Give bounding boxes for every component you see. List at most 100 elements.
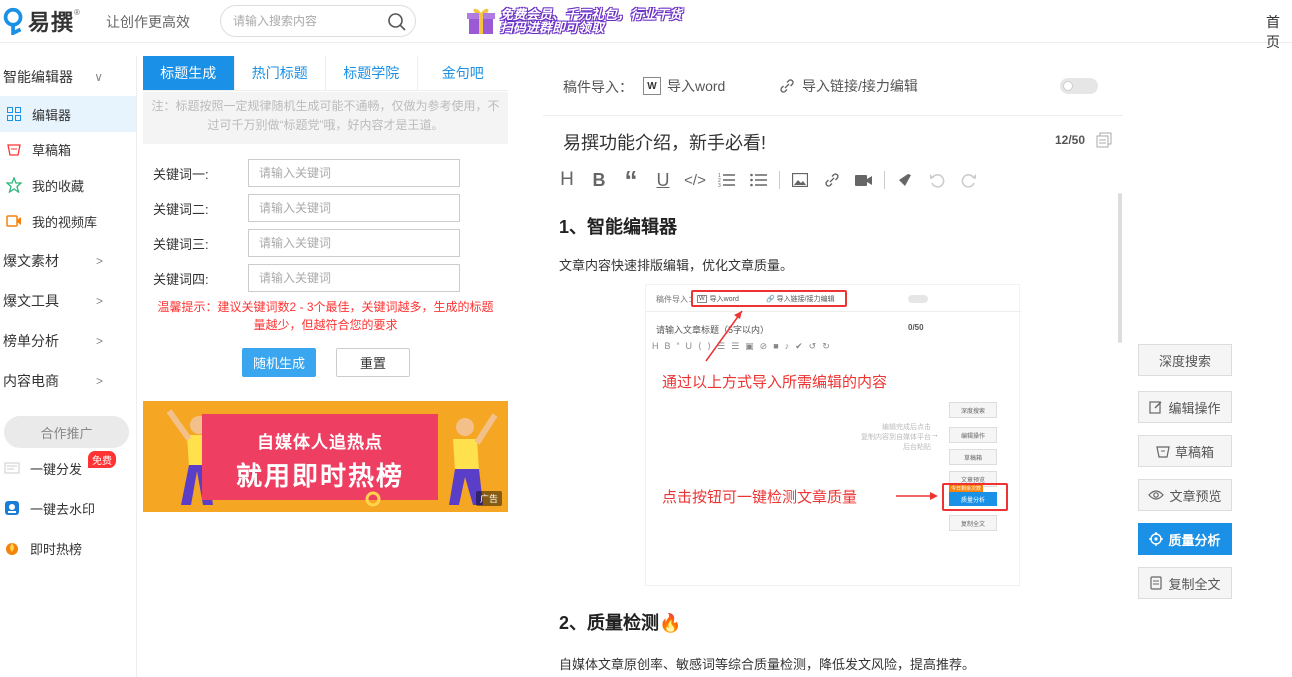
chevron-right-icon: > (95, 334, 103, 348)
keyword-tip: 温馨提示：建议关键词数2 - 3个最佳，关键词越多，生成的标题量越少，但越符合您… (157, 300, 494, 332)
eye-icon (1148, 489, 1165, 501)
shot-annotation-2: 点击按钮可一键检测文章质量 (662, 489, 858, 506)
logo[interactable]: 易撰 ® (2, 6, 80, 36)
import-word-button[interactable]: W 导入word (643, 76, 725, 96)
promo-line-2: 扫码进群即可领取 (500, 20, 605, 35)
sidebar-group-editor[interactable]: 智能编辑器 ∨ (3, 59, 133, 95)
sidebar-item-label: 编辑器 (32, 107, 72, 123)
watermark-icon (4, 500, 20, 516)
content-paragraph-2: 自媒体文章原创率、敏感词等综合质量检测，降低发文风险，提高推荐。 (559, 657, 976, 672)
image-icon[interactable] (784, 166, 816, 194)
shot-today-badge: 今日剩余次数 (949, 485, 984, 492)
tab-hot-titles[interactable]: 热门标题 (235, 56, 326, 90)
cooperation-promo-button[interactable]: 合作推广 (4, 416, 129, 448)
shot-arrow-up (705, 310, 743, 362)
chevron-right-icon: > (95, 254, 103, 268)
hot-list-ad-banner[interactable]: 自媒体人追热点 就用即时热榜 广告 (143, 401, 508, 512)
sidebar-item-favorites[interactable]: 我的收藏 (0, 167, 136, 203)
quote-button[interactable]: “ (615, 165, 647, 195)
copy-title-icon[interactable] (1096, 132, 1112, 148)
video-icon[interactable] (848, 166, 880, 194)
ad-tag: 广告 (475, 491, 502, 506)
heading-button[interactable]: H (551, 166, 583, 194)
code-button[interactable]: </> (679, 166, 711, 194)
sidebar-group-rankings[interactable]: 榜单分析 > (3, 323, 133, 359)
title-generator-panel: 标题生成 热门标题 标题学院 金句吧 注：标题按照一定规律随机生成可能不通畅，仅… (143, 56, 508, 677)
edit-icon (1149, 400, 1163, 414)
sidebar-item-video-library[interactable]: 我的视频库 (0, 203, 136, 239)
tab-title-academy[interactable]: 标题学院 (326, 56, 418, 90)
undo-icon[interactable] (921, 166, 953, 194)
sidebar-tool-watermark[interactable]: 一键去水印 (0, 490, 134, 526)
home-link[interactable]: 首页 (1266, 12, 1292, 52)
search-icon[interactable] (387, 12, 407, 32)
toolbar-divider (779, 171, 780, 189)
search-input[interactable] (233, 14, 383, 28)
sidebar-tool-hot-list[interactable]: 即时热榜 (0, 530, 134, 566)
word-icon: W (643, 77, 661, 95)
promo-banner[interactable]: 免费会员、千元礼包，行业干货 扫码进群即可领取 (466, 4, 682, 38)
sidebar-group-materials[interactable]: 爆文素材 > (3, 243, 133, 279)
shot-side-button: 质量分析 (949, 492, 997, 506)
document-title[interactable]: 易撰功能介绍，新手必看! (563, 129, 766, 155)
embedded-screenshot: 稿件导入： W 导入word 🔗 导入链接/接力编辑 请输入文章标题（5字以内） … (645, 284, 1021, 586)
import-toggle[interactable] (1060, 78, 1098, 94)
keyword-input-4[interactable] (248, 264, 460, 292)
shot-count: 0/50 (908, 323, 924, 332)
edit-operations-button[interactable]: 编辑操作 (1138, 391, 1232, 423)
ordered-list-icon[interactable]: 123 (711, 166, 743, 194)
brush-icon[interactable] (889, 166, 921, 194)
tab-golden-sentences[interactable]: 金句吧 (418, 56, 509, 90)
article-preview-button[interactable]: 文章预览 (1138, 479, 1232, 511)
link-icon[interactable] (816, 166, 848, 194)
sidebar-tool-label: 一键分发 (30, 461, 83, 477)
shot-side-button: 深度搜索 (949, 402, 997, 418)
editor: 稿件导入： W 导入word 导入链接/接力编辑 易撰功能介绍，新手必看! 12… (543, 56, 1123, 677)
free-badge: 免费 (88, 451, 116, 468)
grid-icon (6, 106, 22, 122)
sidebar-item-editor[interactable]: 编辑器 (0, 96, 136, 132)
deep-search-button[interactable]: 深度搜索 (1138, 344, 1232, 376)
editor-scrollbar[interactable] (1118, 193, 1122, 343)
keyword-row-4: 关键词四: (153, 264, 460, 292)
import-word-label: 导入word (667, 78, 726, 94)
panel-note: 注：标题按照一定规律随机生成可能不通畅，仅做为参考使用，不过可千万别做“标题党”… (143, 92, 508, 144)
shot-import-link: 🔗 导入链接/接力编辑 (766, 296, 835, 303)
copy-all-button[interactable]: 复制全文 (1138, 567, 1232, 599)
right-tool-label: 质量分析 (1168, 532, 1221, 548)
sidebar-item-drafts[interactable]: 草稿箱 (0, 131, 136, 167)
reset-button[interactable]: 重置 (336, 348, 410, 377)
distribute-icon (4, 460, 20, 476)
search-box[interactable] (220, 5, 416, 37)
import-link-button[interactable]: 导入链接/接力编辑 (778, 76, 918, 96)
right-tool-label: 复制全文 (1168, 576, 1221, 592)
underline-button[interactable]: U (647, 166, 679, 194)
sidebar-group-ecommerce[interactable]: 内容电商 > (3, 363, 133, 399)
quality-analysis-button[interactable]: 质量分析 (1138, 523, 1232, 555)
sidebar-item-label: 我的收藏 (32, 178, 85, 194)
sidebar-group-label: 智能编辑器 (3, 69, 73, 85)
redo-icon[interactable] (953, 166, 985, 194)
star-icon (6, 177, 22, 193)
chevron-right-icon: > (95, 294, 103, 308)
shot-hint-line: 复制内容到自媒体平台 (861, 434, 931, 441)
sidebar-item-label: 我的视频库 (32, 214, 98, 230)
right-tool-label: 草稿箱 (1174, 444, 1214, 460)
keyword-row-3: 关键词三: (153, 229, 460, 257)
keyword-input-2[interactable] (248, 194, 460, 222)
bold-button[interactable]: B (583, 166, 615, 194)
sidebar-tool-label: 一键去水印 (30, 501, 96, 517)
copy-icon (1149, 576, 1163, 590)
drafts-button[interactable]: 草稿箱 (1138, 435, 1232, 467)
random-generate-button[interactable]: 随机生成 (242, 348, 316, 377)
right-tool-label: 深度搜索 (1158, 353, 1211, 369)
keyword-input-1[interactable] (248, 159, 460, 187)
tab-title-generate[interactable]: 标题生成 (143, 56, 235, 90)
shot-toggle (908, 295, 928, 303)
editor-content[interactable]: 1、智能编辑器 文章内容快速排版编辑，优化文章质量。 稿件导入： W 导入word… (543, 206, 1109, 677)
sidebar-group-label: 内容电商 (3, 373, 59, 389)
keyword-input-3[interactable] (248, 229, 460, 257)
bullet-list-icon[interactable] (743, 166, 775, 194)
sidebar-group-tools[interactable]: 爆文工具 > (3, 283, 133, 319)
shot-import-word-label: 导入word (709, 296, 739, 303)
